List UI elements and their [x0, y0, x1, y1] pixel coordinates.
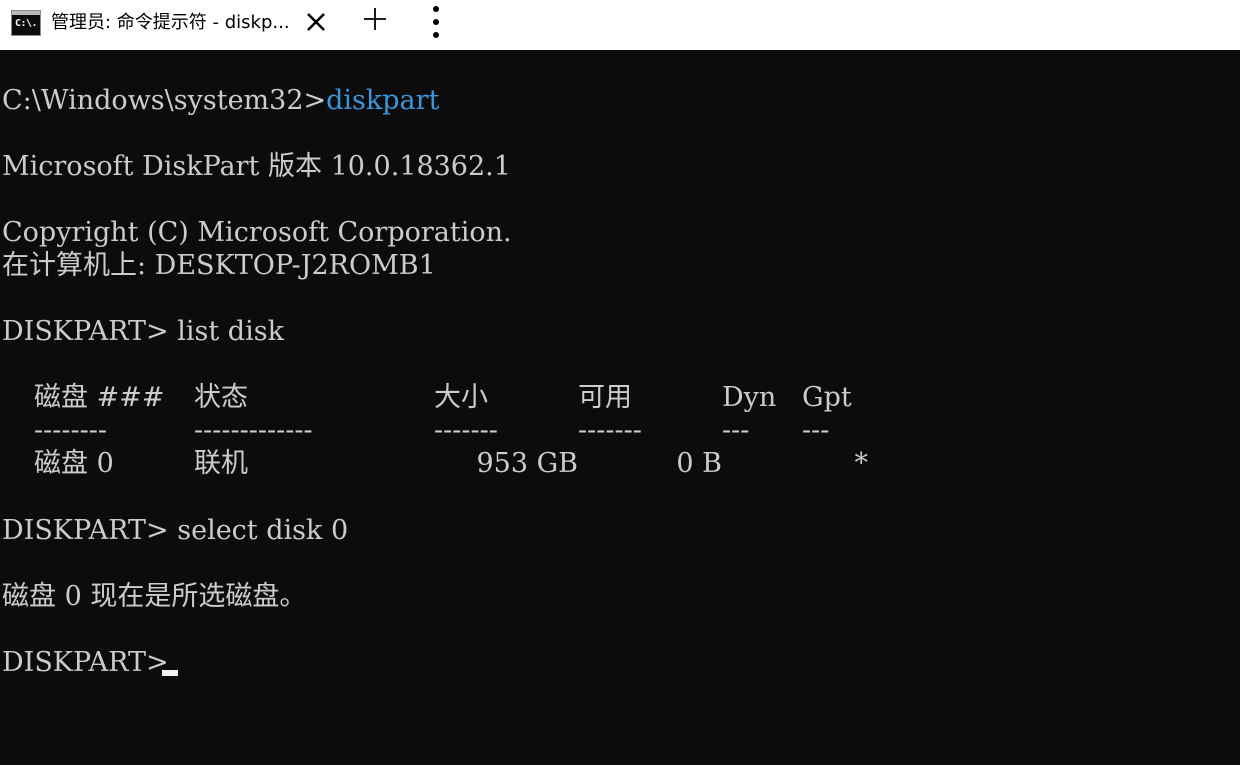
table-cell-dyn — [722, 447, 770, 481]
close-tab-button[interactable] — [300, 8, 332, 38]
tab-bar: C:\. 管理员: 命令提示符 - diskp... — [0, 0, 1240, 50]
typed-command: diskpart — [326, 85, 440, 116]
select-disk-command: DISKPART> select disk 0 — [2, 515, 349, 546]
terminal-window: C:\. 管理员: 命令提示符 - diskp... C:\Windows\sy… — [0, 0, 1240, 765]
table-cell-size: 953 GB — [476, 448, 578, 479]
table-separator-free: ------- — [578, 415, 642, 446]
console-output[interactable]: C:\Windows\system32>diskpart Microsoft D… — [0, 50, 1240, 765]
table-header-size: 大小 — [434, 382, 488, 413]
prompt-line: C:\Windows\system32>diskpart — [2, 84, 439, 118]
list-disk-command: DISKPART> list disk — [2, 316, 284, 347]
new-tab-button[interactable] — [359, 5, 393, 35]
prompt-path: C:\Windows\system32> — [2, 85, 327, 116]
cmd-app-icon-label: C:\. — [15, 18, 38, 29]
current-prompt: DISKPART> — [2, 647, 178, 678]
text-cursor — [162, 670, 178, 676]
more-vertical-icon — [433, 6, 439, 38]
table-header-disk: 磁盘 ### — [34, 382, 165, 413]
table-separator-gpt: --- — [802, 415, 830, 446]
table-header-gpt: Gpt — [802, 382, 852, 413]
table-separator-dyn: --- — [722, 415, 750, 446]
table-separator-disk: -------- — [34, 415, 107, 446]
computer-line: 在计算机上: DESKTOP-J2ROMB1 — [2, 250, 436, 281]
cmd-app-icon: C:\. — [11, 10, 41, 36]
copyright-line: Copyright (C) Microsoft Corporation. — [2, 217, 512, 248]
version-line: Microsoft DiskPart 版本 10.0.18362.1 — [2, 151, 511, 182]
table-cell-disk: 磁盘 0 — [34, 448, 114, 479]
tab-title: 管理员: 命令提示符 - diskp... — [51, 12, 290, 33]
table-header-status: 状态 — [194, 382, 248, 413]
table-separator-status: ------------- — [194, 415, 313, 446]
table-cell-free: 0 B — [676, 448, 722, 479]
tab-menu-button[interactable] — [421, 3, 451, 43]
table-cell-gpt: * — [854, 448, 869, 479]
table-cell-status: 联机 — [194, 448, 248, 479]
plus-icon — [364, 8, 386, 30]
table-header-free: 可用 — [578, 382, 632, 413]
table-separator-size: ------- — [434, 415, 498, 446]
terminal-tab[interactable]: C:\. 管理员: 命令提示符 - diskp... — [0, 0, 345, 50]
close-icon — [307, 13, 325, 31]
select-result-line: 磁盘 0 现在是所选磁盘。 — [2, 581, 307, 612]
table-header-dyn: Dyn — [722, 382, 777, 413]
